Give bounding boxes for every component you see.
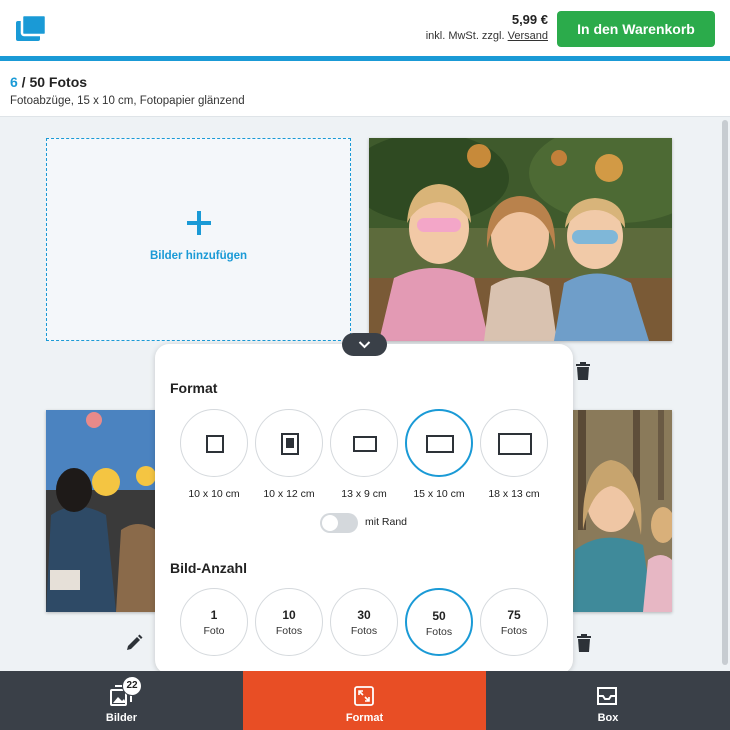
header: 5,99 € inkl. MwSt. zzgl. Versand In den …	[0, 0, 730, 58]
plus-icon	[187, 211, 211, 235]
format-label: 10 x 10 cm	[188, 488, 240, 500]
add-to-cart-button[interactable]: In den Warenkorb	[557, 11, 715, 47]
nav-label-box: Box	[597, 712, 619, 724]
price-note: inkl. MwSt. zzgl. Versand	[426, 30, 548, 42]
border-toggle[interactable]	[320, 513, 358, 533]
photo-count: 6 / 50 Fotos	[10, 74, 87, 90]
photo-count-total: / 50 Fotos	[17, 74, 88, 90]
square-format-icon	[206, 435, 224, 453]
landscape-small-format-icon	[353, 436, 377, 452]
edit-icon[interactable]	[125, 634, 143, 652]
images-count-badge: 22	[122, 676, 142, 696]
chevron-down-icon	[358, 341, 371, 349]
product-description: Fotoabzüge, 15 x 10 cm, Fotopapier glänz…	[10, 95, 245, 107]
bottom-nav: 22 Bilder Format Box	[0, 671, 730, 730]
format-label: 18 x 13 cm	[488, 488, 540, 500]
quantity-unit: Fotos	[425, 626, 453, 638]
price-block: 5,99 € inkl. MwSt. zzgl. Versand	[426, 12, 548, 42]
quantity-unit: Fotos	[350, 625, 378, 637]
trash-icon[interactable]	[575, 362, 591, 380]
quantity-number: 75	[507, 608, 521, 622]
quantity-number: 1	[210, 608, 218, 622]
border-toggle-label: mit Rand	[365, 516, 408, 528]
format-option-18x13[interactable]	[480, 409, 548, 477]
format-option-10x10[interactable]	[180, 409, 248, 477]
nav-item-images[interactable]: 22 Bilder	[0, 671, 243, 730]
scrollbar[interactable]	[722, 120, 728, 665]
toggle-knob	[322, 515, 338, 531]
format-option-13x9[interactable]	[330, 409, 398, 477]
nav-label-images: Bilder	[105, 712, 138, 724]
quantity-unit: Fotos	[500, 625, 528, 637]
price-note-text: inkl. MwSt. zzgl.	[425, 30, 505, 42]
add-images-slot[interactable]: Bilder hinzufügen	[46, 138, 351, 341]
resize-icon	[354, 686, 374, 706]
nav-label-format: Format	[345, 712, 384, 724]
collapse-panel-button[interactable]	[342, 333, 387, 356]
quantity-unit: Foto	[203, 625, 225, 637]
inner-fill	[286, 438, 294, 448]
quantity-unit: Fotos	[275, 625, 303, 637]
add-images-label: Bilder hinzufügen	[149, 250, 248, 262]
photo-kids-masks[interactable]	[369, 138, 672, 341]
format-label: 10 x 12 cm	[263, 488, 315, 500]
format-title: Format	[170, 380, 218, 396]
format-label: 15 x 10 cm	[413, 488, 465, 500]
quantity-number: 10	[282, 608, 296, 622]
shipping-link[interactable]: Versand	[508, 30, 548, 42]
quantity-number: 30	[357, 608, 371, 622]
quantity-option-50[interactable]: 50 Fotos	[405, 588, 473, 656]
box-icon	[597, 687, 617, 705]
photo-girl-forest[interactable]	[573, 410, 672, 612]
format-label: 13 x 9 cm	[341, 488, 387, 500]
landscape-medium-format-icon	[426, 435, 454, 453]
quantity-option-75[interactable]: 75 Fotos	[480, 588, 548, 656]
quantity-option-1[interactable]: 1 Foto	[180, 588, 248, 656]
portrait-format-icon	[281, 433, 299, 455]
price: 5,99 €	[511, 12, 548, 27]
format-option-10x12[interactable]	[255, 409, 323, 477]
format-option-15x10[interactable]	[405, 409, 473, 477]
nav-item-box[interactable]: Box	[486, 671, 730, 730]
landscape-large-format-icon	[498, 433, 532, 455]
quantity-title: Bild-Anzahl	[170, 560, 247, 576]
photo-count-current: 6	[10, 74, 18, 90]
nav-item-format[interactable]: Format	[243, 671, 486, 730]
trash-icon[interactable]	[576, 634, 592, 652]
photo-party-crowd[interactable]	[46, 410, 156, 612]
order-summary: 6 / 50 Fotos Fotoabzüge, 15 x 10 cm, Fot…	[0, 61, 730, 117]
app-logo-icon[interactable]	[14, 13, 50, 45]
quantity-number: 50	[432, 609, 446, 623]
quantity-option-30[interactable]: 30 Fotos	[330, 588, 398, 656]
quantity-option-10[interactable]: 10 Fotos	[255, 588, 323, 656]
